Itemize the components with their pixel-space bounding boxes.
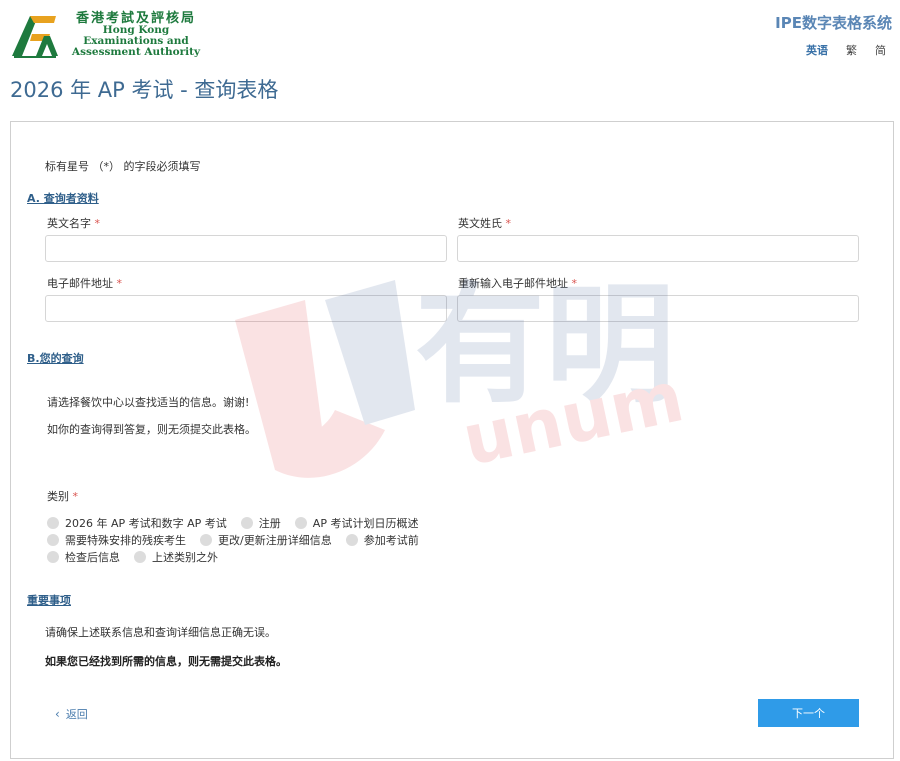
category-option-label: 参加考试前 <box>363 534 419 547</box>
radio-circle-icon <box>200 534 212 546</box>
email-label-text: 电子邮件地址 <box>47 277 113 290</box>
section-a-title: A. 查询者资料 <box>27 192 99 205</box>
category-options-row-2: 需要特殊安排的残疾考生 更改/更新注册详细信息 参加考试前 <box>47 532 433 548</box>
category-option-label: 上述类别之外 <box>152 551 218 564</box>
section-b-title: B.您的查询 <box>27 352 84 365</box>
email-confirm-label-text: 重新输入电子邮件地址 <box>458 277 568 290</box>
radio-circle-icon <box>47 551 59 563</box>
hkeaa-logo[interactable]: 香港考試及評核局 Hong Kong Examinations and Asse… <box>10 12 200 62</box>
radio-circle-icon <box>47 534 59 546</box>
back-button[interactable]: ‹ 返回 <box>55 706 88 722</box>
category-option[interactable]: 注册 <box>240 515 281 531</box>
important-note-1: 请确保上述联系信息和查询详细信息正确无误。 <box>45 626 276 639</box>
category-option[interactable]: 参加考试前 <box>345 532 419 548</box>
category-option[interactable]: 需要特殊安排的残疾考生 <box>47 532 186 548</box>
last-name-input[interactable] <box>457 235 859 262</box>
required-asterisk: * <box>505 217 512 230</box>
category-options-row-3: 检查后信息 上述类别之外 <box>47 549 232 565</box>
category-option-label: 需要特殊安排的残疾考生 <box>65 534 186 547</box>
category-option-label: 注册 <box>258 517 281 530</box>
radio-circle-icon <box>240 517 253 529</box>
next-button[interactable]: 下一个 <box>758 699 859 727</box>
category-option-label: 2026 年 AP 考试和数字 AP 考试 <box>65 517 227 530</box>
system-title: IPE数字表格系统 <box>775 14 892 32</box>
header: 香港考試及評核局 Hong Kong Examinations and Asse… <box>0 0 900 70</box>
category-options-row-1: 2026 年 AP 考试和数字 AP 考试 注册 AP 考试计划日历概述 <box>47 515 432 531</box>
back-button-label: 返回 <box>65 708 88 721</box>
required-asterisk: * <box>571 277 578 290</box>
radio-circle-icon <box>294 517 307 529</box>
important-section-title: 重要事项 <box>27 594 71 607</box>
category-option[interactable]: AP 考试计划日历概述 <box>294 515 419 531</box>
email-confirm-input[interactable] <box>457 295 859 322</box>
email-label: 电子邮件地址 * <box>47 275 122 291</box>
lang-simplified[interactable]: 简 <box>875 42 886 58</box>
category-option-label: 检查后信息 <box>65 551 120 564</box>
logo-english-line-3: Assessment Authority <box>71 46 201 58</box>
first-name-label: 英文名字 * <box>47 215 100 231</box>
important-note-2: 如果您已经找到所需的信息，则无需提交此表格。 <box>45 655 287 668</box>
page-title: 2026 年 AP 考试 - 查询表格 <box>10 78 279 102</box>
required-asterisk: * <box>72 490 79 503</box>
required-asterisk: * <box>116 277 123 290</box>
logo-text: 香港考試及評核局 Hong Kong Examinations and Asse… <box>66 12 206 58</box>
category-option[interactable]: 更改/更新注册详细信息 <box>200 532 332 548</box>
category-option[interactable]: 上述类别之外 <box>134 549 218 565</box>
last-name-label: 英文姓氏 * <box>458 215 511 231</box>
language-switcher: 英语 繁 简 <box>806 42 886 58</box>
category-option[interactable]: 检查后信息 <box>47 549 120 565</box>
radio-circle-icon <box>134 551 146 563</box>
first-name-label-text: 英文名字 <box>47 217 91 230</box>
category-label: 类别 * <box>47 488 78 504</box>
instruction-text-1: 请选择餐饮中心以查找适当的信息。谢谢! <box>47 396 250 409</box>
last-name-label-text: 英文姓氏 <box>458 217 502 230</box>
lang-traditional[interactable]: 繁 <box>846 42 857 58</box>
instruction-text-2: 如你的查询得到答复，则无须提交此表格。 <box>47 423 256 436</box>
first-name-input[interactable] <box>45 235 447 262</box>
chevron-left-icon: ‹ <box>55 707 60 721</box>
category-option-label: AP 考试计划日历概述 <box>312 517 419 530</box>
email-input[interactable] <box>45 295 447 322</box>
category-option-label: 更改/更新注册详细信息 <box>218 534 332 547</box>
hkeaa-emblem-icon <box>12 16 58 58</box>
category-option[interactable]: 2026 年 AP 考试和数字 AP 考试 <box>47 515 227 531</box>
enquiry-form-card: 标有星号 （*） 的字段必须填写 A. 查询者资料 英文名字 * 英文姓氏 * … <box>10 121 894 759</box>
required-asterisk: * <box>94 217 101 230</box>
email-confirm-label: 重新输入电子邮件地址 * <box>458 275 577 291</box>
radio-circle-icon <box>47 517 59 529</box>
required-note: 标有星号 （*） 的字段必须填写 <box>45 160 201 173</box>
category-label-text: 类别 <box>47 490 69 503</box>
lang-english[interactable]: 英语 <box>806 42 828 58</box>
radio-circle-icon <box>345 534 358 546</box>
